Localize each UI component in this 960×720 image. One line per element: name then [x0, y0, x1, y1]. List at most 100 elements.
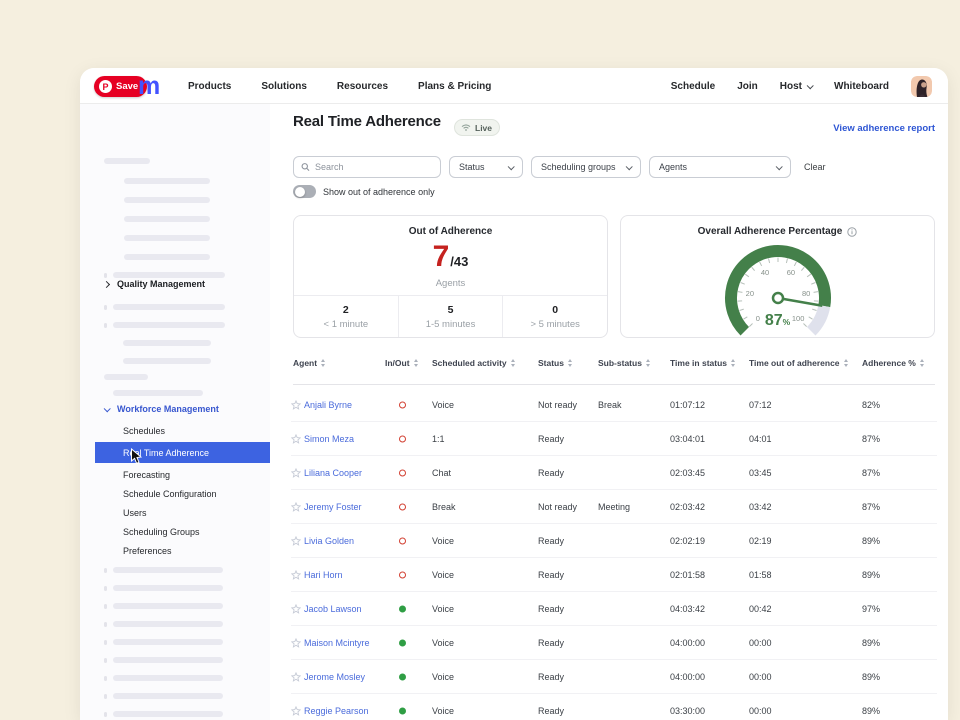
- quality-management-label: Quality Management: [117, 279, 205, 289]
- sidebar-item-preferences[interactable]: Preferences: [80, 541, 270, 561]
- toggle-knob: [295, 187, 305, 197]
- nav-item-schedule[interactable]: Schedule: [671, 81, 715, 92]
- info-icon[interactable]: [847, 227, 857, 237]
- out-card-count-row: 7 /43: [294, 242, 607, 272]
- time-in-status-cell: 04:00:00: [670, 638, 705, 648]
- overall-adherence-card: Overall Adherence Percentage 02040608010…: [620, 215, 935, 338]
- favorite-star-icon[interactable]: [291, 468, 301, 478]
- time-out-of-adherence-cell: 03:45: [749, 468, 772, 478]
- sidebar-item-forecasting[interactable]: Forecasting: [80, 465, 270, 485]
- sidebar-item-schedule-configuration[interactable]: Schedule Configuration: [80, 484, 270, 504]
- column-header-time-in-status[interactable]: Time in status: [670, 358, 735, 368]
- sort-icon: [511, 359, 515, 367]
- table-row: Simon Meza1:1Ready03:04:0104:0187%: [291, 422, 937, 456]
- nav-item-plans-pricing[interactable]: Plans & Pricing: [418, 81, 491, 92]
- favorite-star-icon[interactable]: [291, 604, 301, 614]
- scheduled-activity-cell: Voice: [432, 604, 454, 614]
- favorite-star-icon[interactable]: [291, 672, 301, 682]
- user-avatar[interactable]: [911, 76, 932, 97]
- sidebar-item-users[interactable]: Users: [80, 503, 270, 523]
- sidebar-item-scheduling-groups[interactable]: Scheduling Groups: [80, 522, 270, 542]
- skeleton-tick: [104, 586, 107, 591]
- in-adherence-dot: [399, 707, 406, 714]
- scheduled-activity-cell: Chat: [432, 468, 451, 478]
- column-header-time-out-of-adherence[interactable]: Time out of adherence: [749, 358, 848, 368]
- agents-dropdown[interactable]: Agents: [649, 156, 791, 178]
- column-header-adherence[interactable]: Adherence %: [862, 358, 924, 368]
- status-dropdown-label: Status: [459, 162, 485, 172]
- favorite-star-icon[interactable]: [291, 400, 301, 410]
- column-header-scheduled-activity[interactable]: Scheduled activity: [432, 358, 515, 368]
- column-header-sub-status[interactable]: Sub-status: [598, 358, 650, 368]
- skeleton-bar: [113, 639, 223, 645]
- skeleton-bar: [124, 254, 210, 260]
- show-out-of-adherence-toggle[interactable]: [293, 185, 316, 198]
- sidebar-item-schedules[interactable]: Schedules: [80, 421, 270, 441]
- agent-name-link[interactable]: Liliana Cooper: [304, 468, 362, 478]
- in-adherence-dot: [399, 605, 406, 612]
- nav-item-resources[interactable]: Resources: [337, 81, 388, 92]
- agent-name-link[interactable]: Maison Mcintyre: [304, 638, 370, 648]
- skeleton-tick: [104, 694, 107, 699]
- agent-name-link[interactable]: Jeremy Foster: [304, 502, 362, 512]
- sort-icon: [731, 359, 735, 367]
- scheduling-groups-dropdown[interactable]: Scheduling groups: [531, 156, 641, 178]
- search-input-wrapper: [293, 156, 441, 178]
- skeleton-bar: [123, 340, 211, 346]
- status-cell: Ready: [538, 570, 564, 580]
- favorite-star-icon[interactable]: [291, 638, 301, 648]
- agent-name-link[interactable]: Jerome Mosley: [304, 672, 365, 682]
- sort-icon: [646, 359, 650, 367]
- out-of-adherence-dot: [399, 469, 406, 476]
- favorite-star-icon[interactable]: [291, 570, 301, 580]
- gauge-needle: [778, 298, 822, 306]
- table-row: Hari HornVoiceReady02:01:5801:5889%: [291, 558, 937, 592]
- skeleton-bar: [113, 304, 225, 310]
- agent-name-link[interactable]: Reggie Pearson: [304, 706, 369, 716]
- nav-item-join[interactable]: Join: [737, 81, 758, 92]
- agent-name-link[interactable]: Jacob Lawson: [304, 604, 362, 614]
- favorite-star-icon[interactable]: [291, 706, 301, 716]
- search-input[interactable]: [315, 162, 433, 172]
- top-navigation-bar: P Save m ProductsSolutionsResourcesPlans…: [80, 68, 948, 104]
- column-header-in-out[interactable]: In/Out: [385, 358, 418, 368]
- in-adherence-dot: [399, 639, 406, 646]
- scheduled-activity-cell: Voice: [432, 672, 454, 682]
- nav-item-products[interactable]: Products: [188, 81, 231, 92]
- status-dropdown[interactable]: Status: [449, 156, 523, 178]
- agent-name-link[interactable]: Simon Meza: [304, 434, 354, 444]
- time-in-status-cell: 04:03:42: [670, 604, 705, 614]
- skeleton-bar: [113, 693, 223, 699]
- nav-item-host[interactable]: Host: [780, 81, 812, 92]
- scheduled-activity-cell: Voice: [432, 400, 454, 410]
- agent-name-link[interactable]: Livia Golden: [304, 536, 354, 546]
- agent-name-link[interactable]: Anjali Byrne: [304, 400, 352, 410]
- agent-name-link[interactable]: Hari Horn: [304, 570, 343, 580]
- view-adherence-report-link[interactable]: View adherence report: [833, 123, 935, 134]
- time-in-status-cell: 02:02:19: [670, 536, 705, 546]
- sidebar-item-workforce-management[interactable]: Workforce Management: [104, 402, 219, 416]
- status-cell: Not ready: [538, 400, 577, 410]
- clear-filters-button[interactable]: Clear: [804, 162, 826, 172]
- sidebar-item-quality-management[interactable]: Quality Management: [104, 277, 205, 291]
- column-header-status[interactable]: Status: [538, 358, 572, 368]
- miro-logo[interactable]: m: [138, 68, 160, 104]
- time-out-of-adherence-cell: 07:12: [749, 400, 772, 410]
- skeleton-bar: [113, 603, 223, 609]
- favorite-star-icon[interactable]: [291, 434, 301, 444]
- out-of-adherence-count: 7: [433, 242, 450, 272]
- column-header-label: Time in status: [670, 358, 727, 368]
- breakdown-label: 1-5 minutes: [426, 319, 476, 330]
- skeleton-tick: [104, 604, 107, 609]
- agents-unit-label: Agents: [294, 278, 607, 289]
- scheduled-activity-cell: Break: [432, 502, 456, 512]
- column-header-agent[interactable]: Agent: [293, 358, 325, 368]
- table-row: Jerome MosleyVoiceReady04:00:0000:0089%: [291, 660, 937, 694]
- favorite-star-icon[interactable]: [291, 502, 301, 512]
- nav-item-whiteboard[interactable]: Whiteboard: [834, 81, 889, 92]
- adherence-percent-cell: 89%: [862, 706, 880, 716]
- chevron-right-icon: [103, 280, 110, 287]
- nav-item-solutions[interactable]: Solutions: [261, 81, 307, 92]
- sidebar-item-real-time-adherence[interactable]: Real Time Adherence: [95, 442, 270, 463]
- favorite-star-icon[interactable]: [291, 536, 301, 546]
